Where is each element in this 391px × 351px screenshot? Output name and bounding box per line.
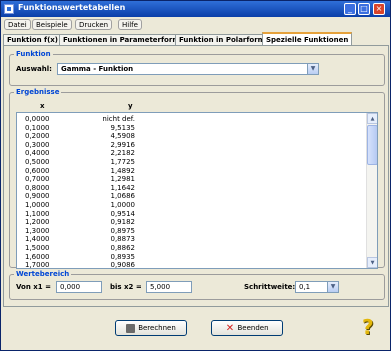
chevron-down-icon[interactable]: ▼ bbox=[327, 282, 338, 292]
beenden-label: Beenden bbox=[237, 324, 269, 332]
beenden-button[interactable]: ✕ Beenden bbox=[211, 320, 283, 336]
exit-x-icon: ✕ bbox=[225, 322, 235, 334]
scroll-thumb[interactable] bbox=[367, 125, 377, 165]
column-header-x: x bbox=[40, 102, 45, 110]
cell-x: 1,7000 bbox=[25, 261, 50, 269]
auswahl-label: Auswahl: bbox=[16, 65, 52, 73]
schrittweite-label: Schrittweite: bbox=[244, 283, 296, 291]
scroll-down-icon[interactable]: ▼ bbox=[367, 257, 377, 268]
auswahl-select[interactable]: Gamma - Funktion ▼ bbox=[57, 63, 319, 75]
table-row[interactable]: 1,7000 0,9086 bbox=[17, 261, 365, 269]
x2-input[interactable]: 5,000 bbox=[146, 281, 192, 293]
auswahl-value: Gamma - Funktion bbox=[61, 65, 134, 73]
schrittweite-value: 0,1 bbox=[299, 283, 311, 291]
app-window: Funktionswertetabellen _ □ × Datei Beisp… bbox=[0, 0, 391, 351]
window-title: Funktionswertetabellen bbox=[18, 3, 126, 12]
wertebereich-group: Wertebereich Von x1 = 0,000 bis x2 = 5,0… bbox=[9, 270, 385, 300]
results-list[interactable]: 0,0000 nicht def. 0,1000 9,5135 0,2000 4,5908… bbox=[16, 112, 378, 269]
minimize-icon[interactable]: _ bbox=[344, 3, 356, 15]
title-bar: Funktionswertetabellen _ □ × bbox=[1, 1, 390, 17]
app-icon bbox=[4, 4, 14, 14]
menu-hilfe[interactable]: Hilfe bbox=[118, 19, 142, 30]
funktion-group: Funktion Auswahl: Gamma - Funktion ▼ bbox=[9, 50, 385, 86]
help-icon[interactable]: ? bbox=[362, 315, 384, 341]
ergebnisse-group: Ergebnisse x y 0,0000 nicht def. 0,1000 9,5… bbox=[9, 88, 385, 269]
close-icon[interactable]: × bbox=[373, 3, 385, 15]
x2-label: bis x2 = bbox=[110, 283, 142, 291]
tab-panel: Funktion Auswahl: Gamma - Funktion ▼ Erg… bbox=[3, 45, 389, 307]
maximize-icon[interactable]: □ bbox=[358, 3, 370, 15]
calculator-icon bbox=[126, 323, 136, 333]
ergebnisse-legend: Ergebnisse bbox=[16, 88, 60, 96]
berechnen-button[interactable]: Berechnen bbox=[115, 320, 187, 336]
funktion-legend: Funktion bbox=[16, 50, 51, 58]
schrittweite-select[interactable]: 0,1 ▼ bbox=[295, 281, 339, 293]
cell-y: 0,9086 bbox=[110, 261, 136, 269]
menu-drucken[interactable]: Drucken bbox=[75, 19, 113, 30]
berechnen-label: Berechnen bbox=[138, 324, 176, 332]
menu-datei[interactable]: Datei bbox=[4, 19, 31, 30]
x1-input[interactable]: 0,000 bbox=[56, 281, 102, 293]
scroll-up-icon[interactable]: ▲ bbox=[367, 113, 377, 124]
tab-strip: Funktion f(x) Funktionen in Parameterfor… bbox=[3, 32, 389, 46]
vertical-scrollbar[interactable]: ▲ ▼ bbox=[366, 113, 377, 268]
tab-spezielle-funktionen[interactable]: Spezielle Funktionen bbox=[262, 32, 353, 46]
wertebereich-legend: Wertebereich bbox=[16, 270, 70, 278]
x1-label: Von x1 = bbox=[16, 283, 51, 291]
menu-beispiele[interactable]: Beispiele bbox=[32, 19, 72, 30]
menu-bar: Datei Beispiele Drucken Hilfe bbox=[1, 17, 390, 31]
column-header-y: y bbox=[128, 102, 133, 110]
chevron-down-icon[interactable]: ▼ bbox=[307, 64, 318, 74]
